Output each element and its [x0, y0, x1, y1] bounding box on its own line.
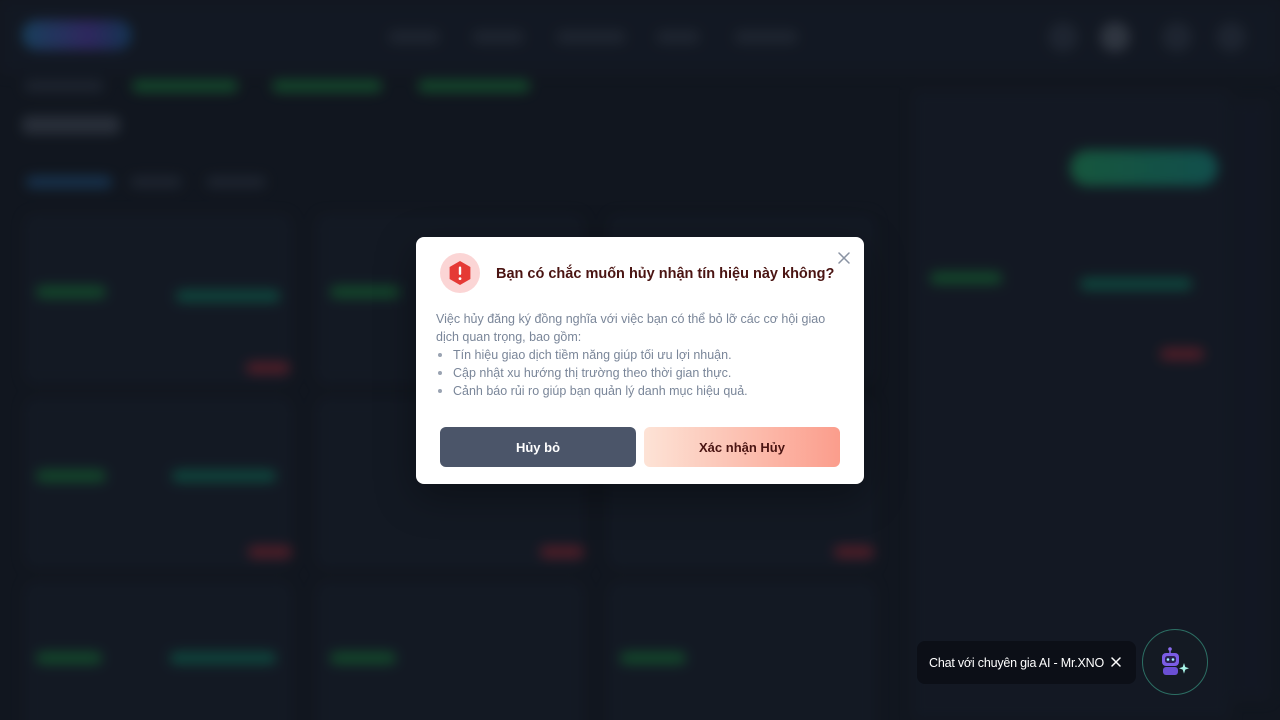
cancel-button[interactable]: Hủy bỏ [440, 427, 636, 467]
dialog-body: Việc hủy đăng ký đồng nghĩa với việc bạn… [436, 310, 846, 400]
dialog-title: Bạn có chắc muốn hủy nhận tín hiệu này k… [496, 266, 835, 282]
warning-icon-badge [440, 253, 480, 293]
close-button[interactable] [835, 249, 853, 267]
close-icon [1111, 657, 1121, 667]
chat-close-button[interactable] [1108, 654, 1124, 670]
chat-prompt[interactable]: Chat với chuyên gia AI - Mr.XNO [917, 641, 1136, 684]
chat-prompt-label: Chat với chuyên gia AI - Mr.XNO [929, 655, 1104, 670]
list-item: Tín hiệu giao dịch tiềm năng giúp tối ưu… [436, 346, 846, 364]
robot-icon [1162, 647, 1189, 675]
chat-bot-button[interactable] [1142, 629, 1208, 695]
list-item: Cảnh báo rủi ro giúp bạn quản lý danh mụ… [436, 382, 846, 400]
confirm-unsubscribe-dialog: Bạn có chắc muốn hủy nhận tín hiệu này k… [416, 237, 864, 484]
alert-hexagon-icon [449, 261, 471, 285]
close-icon [838, 252, 850, 264]
dialog-intro: Việc hủy đăng ký đồng nghĩa với việc bạn… [436, 312, 826, 344]
list-item: Cập nhật xu hướng thị trường theo thời g… [436, 364, 846, 382]
consequence-list: Tín hiệu giao dịch tiềm năng giúp tối ưu… [436, 346, 846, 400]
confirm-cancel-button[interactable]: Xác nhận Hủy [644, 427, 840, 467]
